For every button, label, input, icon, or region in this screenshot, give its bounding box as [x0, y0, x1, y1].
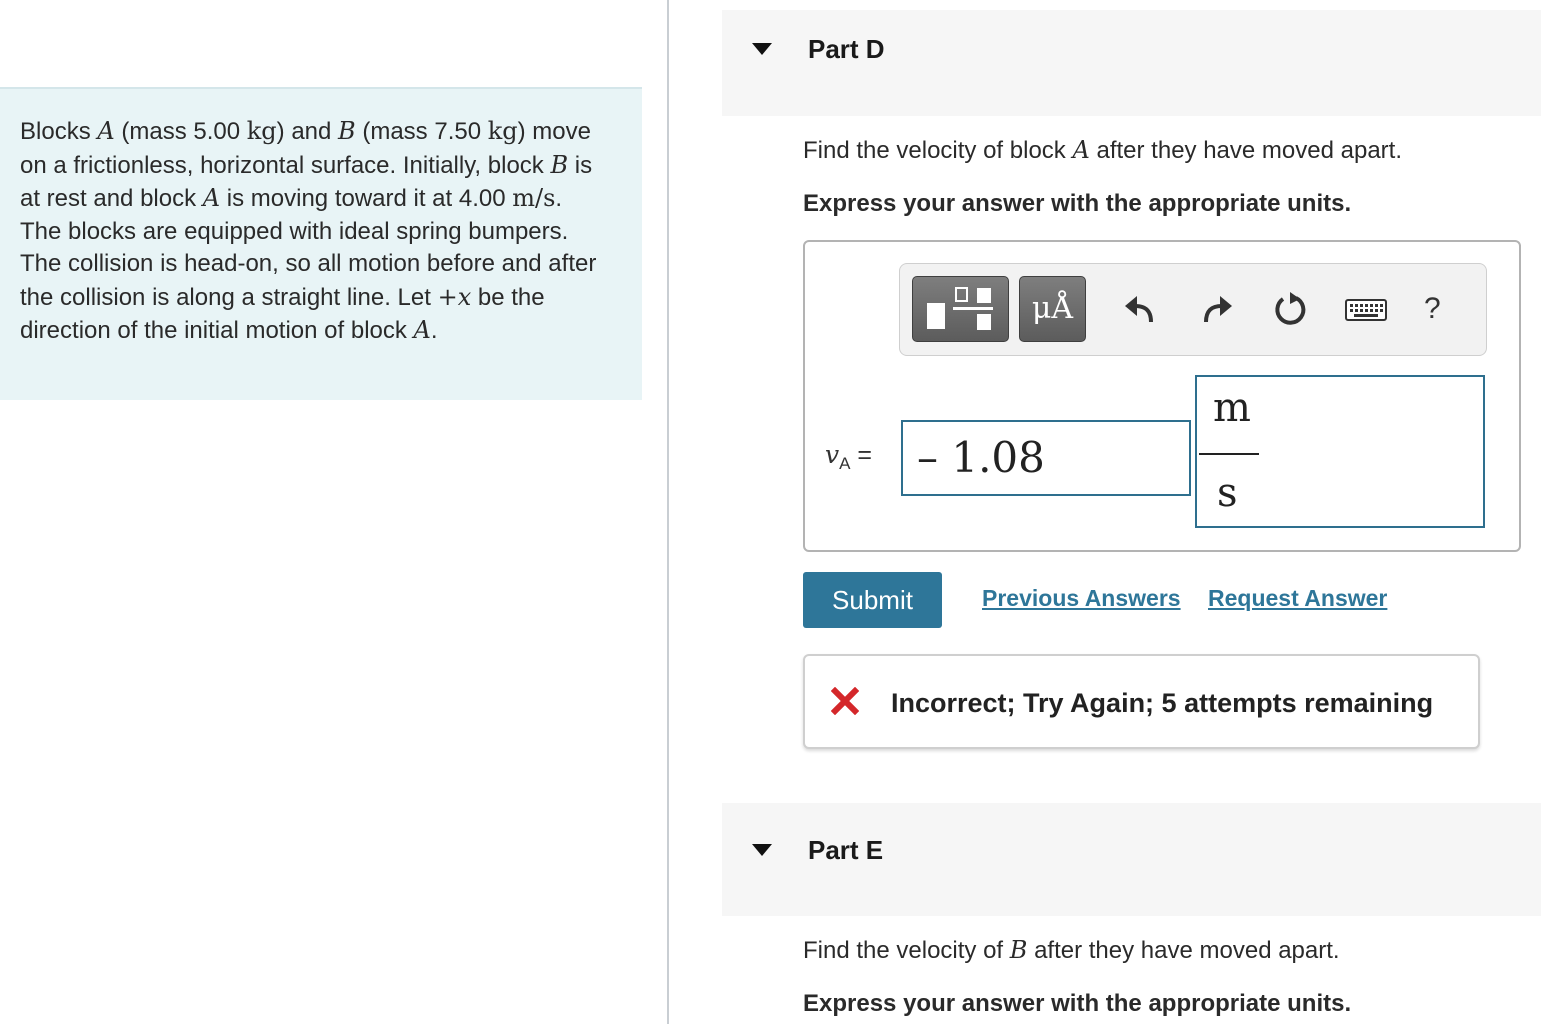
part-e-question: Find the velocity of B after they have m…: [803, 936, 1340, 965]
unit-kg: kg: [246, 117, 277, 145]
answer-units-input[interactable]: m s: [1195, 375, 1485, 528]
part-e-header[interactable]: Part E: [722, 803, 1541, 916]
unit-numerator: m: [1213, 385, 1251, 431]
incorrect-x-icon: [831, 687, 859, 715]
feedback-text: Incorrect; Try Again; 5 attempts remaini…: [891, 688, 1434, 718]
unit-ms: m/s: [512, 184, 556, 212]
column-divider: [667, 0, 669, 1024]
units-button[interactable]: μÅ: [1019, 276, 1086, 342]
math-toolbar: μÅ ?: [899, 263, 1487, 356]
question-text: after they have moved apart.: [1089, 137, 1402, 164]
problem-text: Blocks A (mass 5.00 kg) and B (mass 7.50…: [20, 115, 605, 348]
part-d-header[interactable]: Part D: [722, 10, 1541, 116]
var-a: A: [413, 316, 431, 344]
var-a: A: [97, 117, 115, 145]
feedback-message: Incorrect; Try Again; 5 attempts remaini…: [803, 654, 1480, 749]
variable-subscript: A: [839, 454, 851, 473]
var-b: B: [338, 117, 356, 145]
equals-sign: =: [857, 441, 873, 469]
keyboard-icon[interactable]: [1344, 290, 1388, 330]
unit-kg: kg: [487, 117, 518, 145]
variable-label: vA =: [825, 440, 872, 474]
problem-statement: Blocks A (mass 5.00 kg) and B (mass 7.50…: [0, 87, 642, 400]
fraction-bar: [1199, 453, 1259, 455]
question-text: Find the velocity of: [803, 937, 1010, 964]
part-d-instruction: Express your answer with the appropriate…: [803, 190, 1352, 217]
question-var: A: [1072, 136, 1090, 164]
part-d-title: Part D: [808, 34, 885, 64]
problem-text-segment: Blocks: [20, 118, 98, 145]
part-d-question: Find the velocity of block A after they …: [803, 136, 1402, 165]
answer-value-input[interactable]: – 1.08: [901, 420, 1191, 496]
problem-text-segment: is moving toward it at 4.00: [220, 185, 513, 212]
help-icon[interactable]: ?: [1424, 292, 1441, 326]
redo-icon[interactable]: [1196, 290, 1236, 330]
question-text: Find the velocity of block: [803, 137, 1073, 164]
problem-text-segment: ) and: [276, 118, 339, 145]
undo-icon[interactable]: [1121, 290, 1161, 330]
collapse-triangle-icon[interactable]: [752, 844, 772, 856]
question-text: after they have moved apart.: [1027, 937, 1340, 964]
variable-symbol: v: [825, 440, 840, 469]
var-plus-x: +x: [437, 282, 472, 311]
reset-icon[interactable]: [1270, 290, 1310, 330]
part-e-title: Part E: [808, 835, 884, 865]
problem-text-segment: (mass 5.00: [114, 118, 247, 145]
problem-text-segment: (mass 7.50: [355, 118, 488, 145]
collapse-triangle-icon[interactable]: [752, 43, 772, 55]
request-answer-link[interactable]: Request Answer: [1208, 585, 1387, 612]
previous-answers-link[interactable]: Previous Answers: [982, 585, 1181, 612]
submit-button[interactable]: Submit: [803, 572, 942, 628]
var-b: B: [550, 150, 569, 179]
var-a: A: [202, 184, 221, 212]
templates-icon: [927, 287, 993, 330]
problem-text-segment: .: [430, 317, 438, 344]
templates-button[interactable]: [912, 276, 1009, 342]
unit-denominator: s: [1217, 470, 1238, 516]
question-var: B: [1009, 936, 1028, 964]
part-e-instruction: Express your answer with the appropriate…: [803, 990, 1352, 1017]
